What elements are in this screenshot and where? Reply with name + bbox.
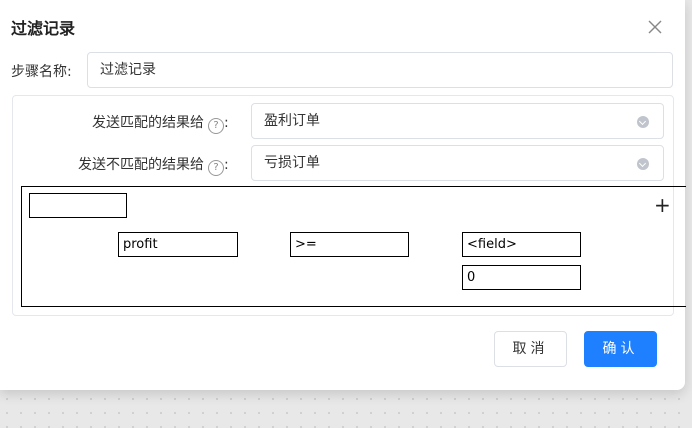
condition-operator-input[interactable]: >= <box>290 232 409 257</box>
send-nomatch-label: 发送不匹配的结果给 <box>78 157 204 173</box>
compare-field-input[interactable]: <field> <box>462 232 581 257</box>
send-match-select[interactable]: 盈利订单 <box>251 103 664 139</box>
dialog-title: 过滤记录 <box>11 19 76 38</box>
cancel-button[interactable]: 取消 <box>494 331 567 367</box>
send-match-label-row: 发送匹配的结果给?: <box>92 112 229 134</box>
confirm-button[interactable]: 确认 <box>584 331 657 367</box>
compare-value-input[interactable]: 0 <box>462 265 581 290</box>
send-match-colon: : <box>224 115 229 131</box>
step-name-input[interactable]: 过滤记录 <box>87 52 673 88</box>
question-circle-icon[interactable]: ? <box>208 160 224 176</box>
filter-records-dialog: 过滤记录 步骤名称: 过滤记录 发送匹配的结果给?: 盈利订单 发送不匹配的结果… <box>0 0 686 390</box>
close-icon[interactable] <box>645 17 665 37</box>
send-match-label: 发送匹配的结果给 <box>92 115 204 131</box>
send-nomatch-label-row: 发送不匹配的结果给?: <box>78 154 229 176</box>
chevron-down-icon <box>637 158 649 170</box>
send-nomatch-select[interactable]: 亏损订单 <box>251 145 664 181</box>
send-nomatch-colon: : <box>224 157 229 173</box>
send-match-value: 盈利订单 <box>264 113 320 129</box>
condition-field-input[interactable]: profit <box>118 232 238 257</box>
step-name-label: 步骤名称: <box>11 64 72 80</box>
condition-group-input[interactable] <box>29 193 127 218</box>
send-nomatch-value: 亏损订单 <box>264 155 320 171</box>
question-circle-icon[interactable]: ? <box>208 118 224 134</box>
plus-icon[interactable]: + <box>654 195 671 215</box>
chevron-down-icon <box>637 116 649 128</box>
